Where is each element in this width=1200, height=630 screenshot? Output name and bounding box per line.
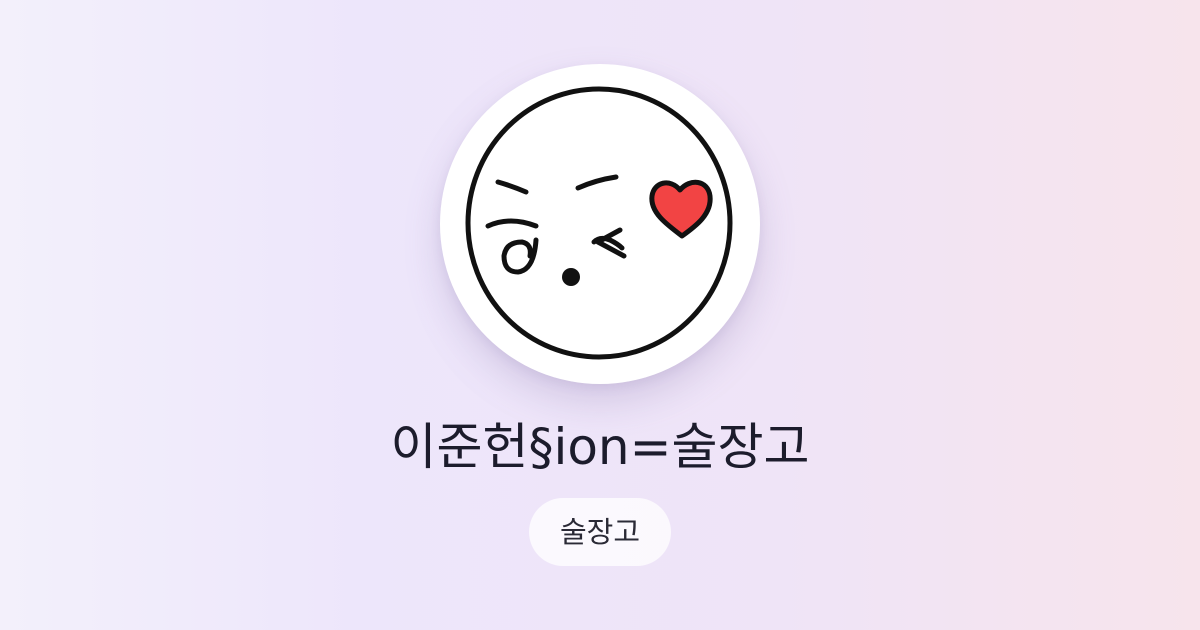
profile-avatar <box>440 64 760 384</box>
tag-chip[interactable]: 술장고 <box>529 498 671 566</box>
profile-name: 이준헌§ion=술장고 <box>390 418 810 476</box>
winking-face-with-heart-icon <box>465 86 733 360</box>
